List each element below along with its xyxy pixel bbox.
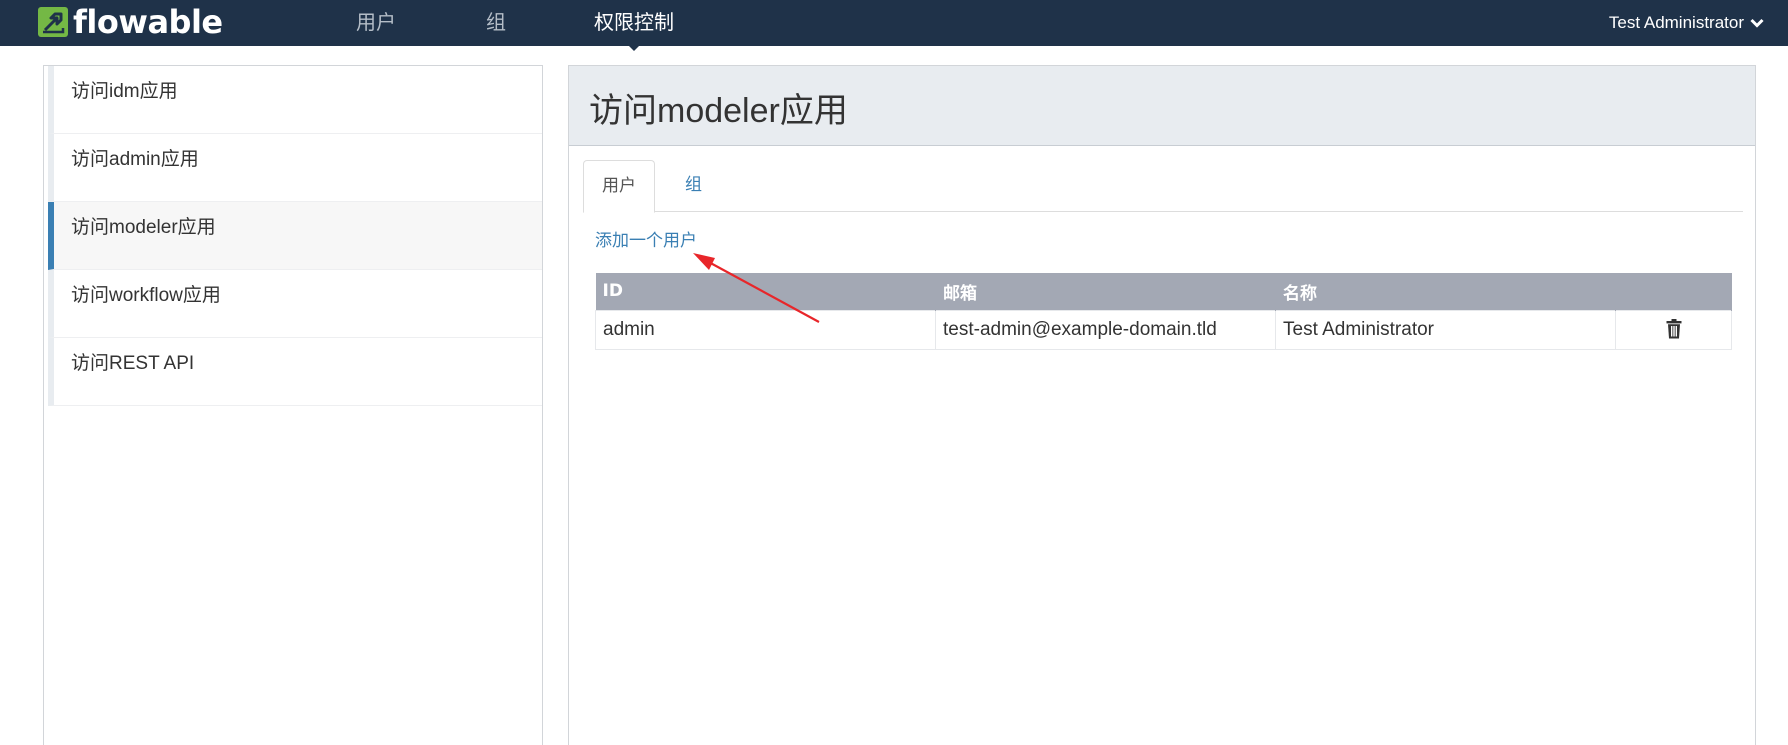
tab-groups[interactable]: 组 (667, 160, 720, 213)
privilege-sidebar: 访问idm应用 访问admin应用 访问modeler应用 访问workflow… (43, 65, 543, 745)
user-menu-name: Test Administrator (1608, 13, 1744, 32)
privilege-detail-panel: 访问modeler应用 用户 组 添加一个用户 ID 邮箱 名称 admin t… (568, 65, 1756, 745)
column-header-email: 邮箱 (935, 273, 1276, 310)
nav-item-privileges[interactable]: 权限控制 (594, 0, 674, 51)
user-menu[interactable]: Test Administrator (1609, 0, 1764, 46)
nav-item-privileges-label: 权限控制 (594, 10, 674, 34)
cell-user-email: test-admin@example-domain.tld (935, 309, 1276, 350)
page-title: 访问modeler应用 (589, 92, 848, 130)
nav-item-users[interactable]: 用户 (356, 0, 396, 46)
sidebar-item-modeler[interactable]: 访问modeler应用 (48, 202, 542, 270)
cell-user-name: Test Administrator (1275, 309, 1616, 350)
brand-name: flowable (73, 3, 223, 41)
add-user-link[interactable]: 添加一个用户 (595, 226, 697, 251)
flowable-logo-icon (38, 7, 68, 37)
annotation-arrow-icon (693, 253, 820, 323)
sidebar-item-idm[interactable]: 访问idm应用 (48, 66, 542, 134)
sidebar-item-admin[interactable]: 访问admin应用 (48, 134, 542, 202)
tab-users[interactable]: 用户 (583, 160, 655, 213)
tab-bar: 用户 组 (583, 160, 1743, 213)
flowable-logo[interactable]: flowable (37, 5, 223, 39)
sidebar-item-workflow[interactable]: 访问workflow应用 (48, 270, 542, 338)
sidebar-item-rest-api[interactable]: 访问REST API (48, 338, 542, 406)
trash-icon[interactable] (1666, 319, 1682, 339)
chevron-down-icon (1750, 18, 1764, 28)
active-nav-caret (626, 43, 642, 51)
cell-row-action (1615, 309, 1732, 350)
column-header-action (1615, 273, 1732, 310)
top-navbar: flowable 用户 组 权限控制 Test Administrator (0, 0, 1788, 51)
nav-item-groups[interactable]: 组 (486, 0, 506, 46)
panel-header: 访问modeler应用 (569, 66, 1755, 146)
column-header-name: 名称 (1275, 273, 1616, 310)
